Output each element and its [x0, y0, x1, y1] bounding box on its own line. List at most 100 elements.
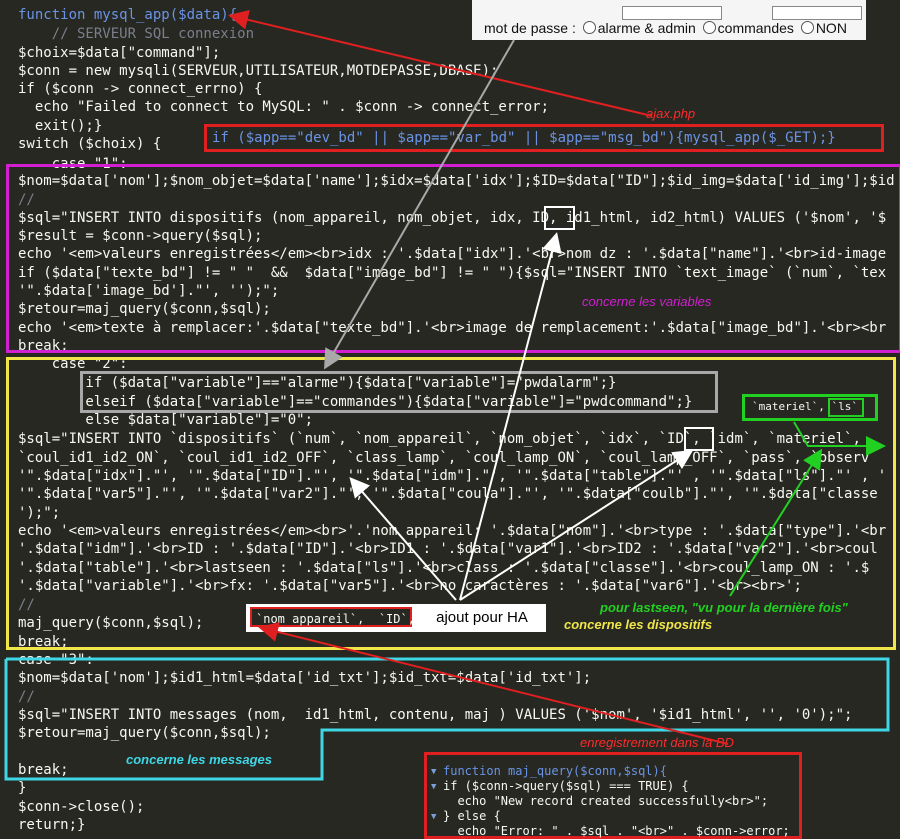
fold-marker-icon [0, 724, 8, 742]
label-messages: concerne les messages [126, 752, 272, 767]
code-line: // [18, 192, 35, 208]
ha-label: ajout pour HA [418, 604, 546, 632]
code-line: `coul_id1_id2_ON`, `coul_id1_id2_OFF`, `… [18, 450, 870, 466]
code-line: break; [18, 338, 69, 354]
code-line: '.$data["table"].'<br>lastseen : '.$data… [18, 560, 870, 576]
code-line: ');"; [18, 505, 61, 521]
fold-marker-icon [0, 337, 8, 355]
fold-icon: ▼ [431, 782, 437, 792]
fold-marker-icon [0, 135, 8, 153]
code-line: echo '<em>valeurs enregistrées</em><br>i… [18, 246, 887, 262]
fold-marker-icon [0, 227, 8, 245]
fold-marker-icon [0, 596, 8, 614]
code-line: $sql="INSERT INTO dispositifs (nom_appar… [18, 210, 887, 226]
label-lastseen: pour lastseen, "vu pour la dernière fois… [600, 600, 848, 615]
fold-marker-icon [0, 559, 8, 577]
fold-marker-icon [0, 209, 8, 227]
fold-marker-icon [0, 743, 8, 761]
fold-marker-icon [0, 80, 8, 98]
radio-label-non: NON [815, 20, 847, 36]
radio-alarme-admin[interactable] [582, 21, 596, 34]
fold-marker-icon [0, 62, 8, 80]
code-line: '.$data["idm"].'<br>ID : '.$data["ID"].'… [18, 541, 878, 557]
code-line: echo '<em>texte à remplacer:'.$data["tex… [18, 320, 887, 336]
fold-marker-icon [0, 155, 8, 173]
code-line: echo "Failed to connect to MySQL: " . $c… [18, 99, 550, 115]
fold-marker-icon [0, 614, 8, 632]
fold-marker-icon [0, 430, 8, 448]
sql-snippet-panel: `nom appareil`, `ID`, [246, 604, 418, 632]
top-input-box-2 [772, 6, 862, 20]
label-ajax: ajax.php [646, 106, 696, 121]
fold-marker-icon [0, 633, 8, 651]
code-line: $retour=maj_query($conn,$sql); [18, 301, 271, 317]
fold-marker-icon [0, 300, 8, 318]
fold-marker-icon [0, 191, 8, 209]
fold-marker-icon [0, 25, 8, 43]
sql-snippet-code: `nom appareil`, `ID`, [250, 607, 415, 627]
fold-marker-icon [0, 319, 8, 337]
code-line: $nom=$data['nom'];$nom_objet=$data['name… [18, 173, 895, 189]
maj-query-function-panel: ▼ ▼ ▼ function maj_query($conn,$sql){ if… [424, 752, 802, 839]
fold-marker-icon [0, 688, 8, 706]
fold-marker-icon [0, 393, 8, 411]
fold-marker-icon [0, 651, 8, 669]
code-line: case "3": [18, 652, 94, 668]
fold-marker-icon [0, 779, 8, 797]
fold-marker-icon [0, 485, 8, 503]
fold-icon: ▼ [431, 812, 437, 822]
code-line: $choix=$data["command"]; [18, 45, 221, 61]
fold-marker-icon [0, 98, 8, 116]
fold-icon: ▼ [431, 767, 437, 777]
top-input-box [622, 6, 722, 20]
label-dispositifs: concerne les dispositifs [564, 617, 713, 632]
code-line: break; [18, 634, 69, 650]
code-line: $retour=maj_query($conn,$sql); [18, 725, 271, 741]
code-line: $nom=$data['nom'];$id1_html=$data['id_tx… [18, 670, 592, 686]
fn-line-2: if ($conn->query($sql) === TRUE) { [443, 779, 689, 793]
code-line: echo '<em>valeurs enregistrées</em><br>'… [18, 523, 887, 539]
code-line: $sql="INSERT INTO `dispositifs` (`num`, … [18, 431, 870, 447]
fold-marker-icon [0, 706, 8, 724]
fold-marker-icon [0, 411, 8, 429]
code-line: case "2": [18, 356, 128, 372]
fold-marker-icon [0, 355, 8, 373]
radio-commandes[interactable] [702, 21, 716, 34]
password-label: mot de passe : [484, 20, 576, 36]
label-variables: concerne les variables [582, 294, 712, 309]
label-bd: enregistrement dans la BD [580, 735, 734, 750]
fn-line-1: function maj_query($conn,$sql){ [443, 764, 667, 778]
radio-label-alarme-admin: alarme & admin [597, 20, 696, 36]
radio-non[interactable] [800, 21, 814, 34]
fold-marker-icon [0, 816, 8, 834]
fold-marker-icon [0, 374, 8, 392]
fold-marker-icon [0, 577, 8, 595]
code-line: $sql="INSERT INTO messages (nom, id1_htm… [18, 707, 853, 723]
radio-label-commandes: commandes [717, 20, 794, 36]
code-editor: function mysql_app($data){ // SERVEUR SQ… [0, 0, 900, 839]
fn-line-3: echo "New record created successfully<br… [443, 794, 769, 808]
code-line: $conn = new mysqli(SERVEUR,UTILISATEUR,M… [18, 63, 499, 79]
code-line: if ($data["texte_bd"] != " " && $data["i… [18, 265, 887, 281]
fold-marker-icon [0, 504, 8, 522]
fn-line-5: echo "Error: " . $sql . "<br>" . $conn->… [443, 824, 790, 838]
code-line: if ($conn -> connect_errno) { [18, 81, 263, 97]
fold-marker-icon [0, 669, 8, 687]
fold-marker-icon [0, 540, 8, 558]
fold-marker-icon [0, 172, 8, 190]
code-line: '".$data["var5"]."', '".$data["var2"]."'… [18, 486, 878, 502]
materiel-ls-code: `materiel`, `ls` [752, 400, 858, 413]
fold-marker-icon [0, 449, 8, 467]
fold-marker-icon [0, 44, 8, 62]
fold-marker-icon [0, 761, 8, 779]
fold-marker-icon [0, 282, 8, 300]
password-radio-panel: mot de passe : alarme & admin commandes … [472, 0, 866, 40]
code-line: case "1": [18, 156, 128, 172]
fold-marker-icon [0, 6, 8, 24]
fold-marker-icon [0, 467, 8, 485]
code-line: // [18, 689, 35, 705]
code-line: if ($data["variable"]=="alarme"){$data["… [18, 375, 617, 391]
code-line: '".$data['image_bd']."', '');"; [18, 283, 280, 299]
code-line: '.$data["variable"].'<br>fx: '.$data["va… [18, 578, 802, 594]
fold-marker-icon [0, 798, 8, 816]
